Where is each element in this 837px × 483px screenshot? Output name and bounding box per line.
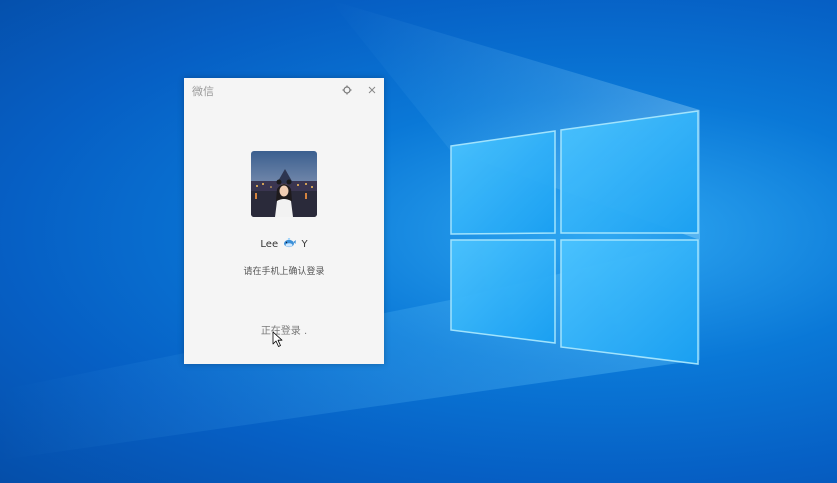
avatar (251, 151, 317, 217)
user-name-part1: Lee (260, 239, 279, 250)
windows-logo (450, 110, 699, 365)
user-name-part2: Y (301, 239, 308, 250)
close-icon (368, 86, 376, 94)
gear-icon (342, 85, 352, 95)
login-status-text: 正在登录 . (260, 326, 308, 337)
avatar-photo (251, 151, 317, 217)
mouse-pointer-icon (272, 331, 283, 347)
settings-button[interactable] (340, 82, 354, 96)
desktop-background: 微信 Lee Y 请在手机上确认登录 正在登录 . (0, 0, 837, 483)
user-name: Lee Y (184, 237, 384, 251)
close-button[interactable] (365, 82, 379, 96)
wechat-login-window: 微信 Lee Y 请在手机上确认登录 正在登录 . (184, 78, 384, 364)
window-title: 微信 (192, 85, 214, 98)
confirm-on-phone-hint: 请在手机上确认登录 (243, 267, 325, 277)
whale-emoji-icon (283, 237, 297, 251)
